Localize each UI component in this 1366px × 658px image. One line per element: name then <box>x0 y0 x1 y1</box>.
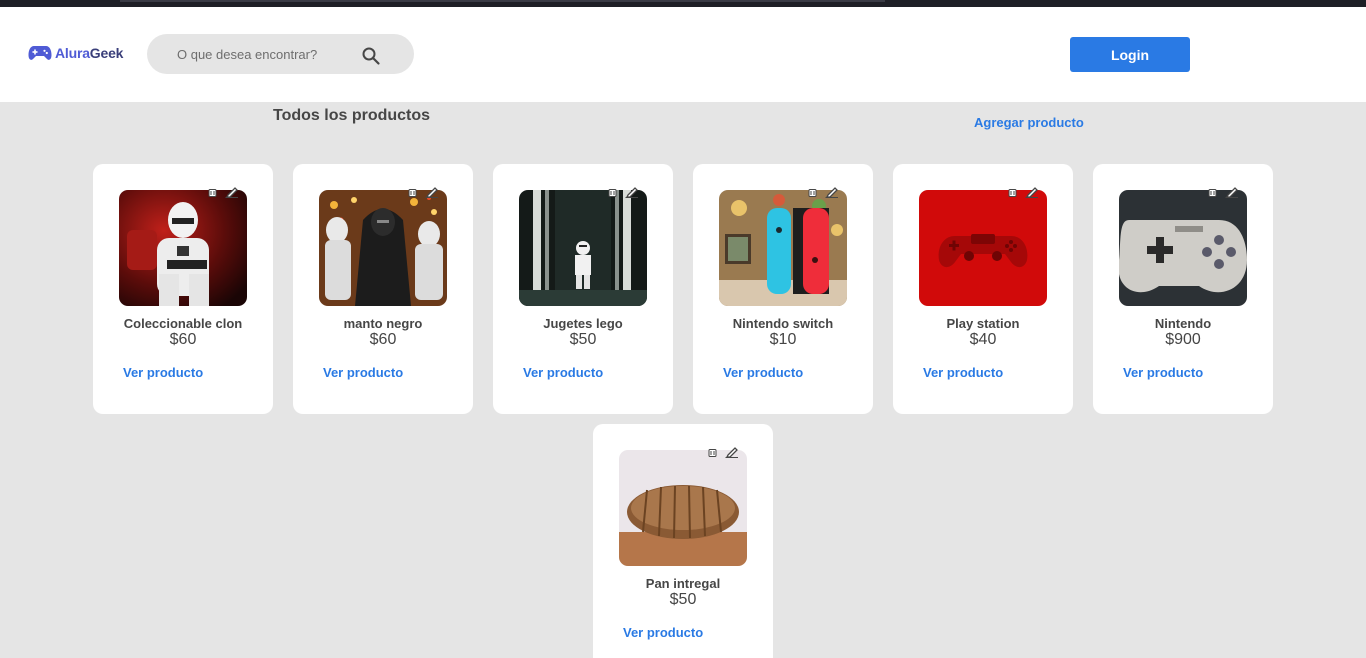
product-card: Play station $40 Ver producto <box>893 164 1073 414</box>
product-card: Jugetes lego $50 Ver producto <box>493 164 673 414</box>
product-price: $50 <box>569 331 597 348</box>
product-card: Nintendo $900 Ver producto <box>1093 164 1273 414</box>
product-card: Pan intregal $50 Ver producto <box>593 424 773 658</box>
snes-controller-image <box>1119 190 1247 306</box>
delete-icon[interactable] <box>1008 188 1017 197</box>
view-product-link[interactable]: Ver producto <box>623 625 703 640</box>
product-image[interactable] <box>519 190 647 306</box>
view-product-link[interactable]: Ver producto <box>523 365 603 380</box>
product-name: manto negro <box>343 316 423 331</box>
product-name: Nintendo <box>1154 316 1212 331</box>
edit-icon[interactable] <box>625 186 639 198</box>
login-button[interactable]: Login <box>1070 37 1190 72</box>
page-title: Todos los productos <box>273 107 431 124</box>
logo-text-alura: Alura <box>55 45 90 61</box>
ps4-controller-image <box>919 190 1047 306</box>
product-price: $60 <box>369 331 397 348</box>
product-name: Coleccionable clon <box>123 316 243 331</box>
search-input[interactable] <box>177 44 367 64</box>
nintendo-switch-image <box>719 190 847 306</box>
product-name: Nintendo switch <box>732 316 834 331</box>
kylo-ren-image <box>319 190 447 306</box>
top-strip-line <box>120 0 885 2</box>
product-image[interactable] <box>1119 190 1247 306</box>
logo-text: AluraGeek <box>55 45 123 61</box>
product-image[interactable] <box>919 190 1047 306</box>
product-price: $40 <box>969 331 997 348</box>
delete-icon[interactable] <box>408 188 417 197</box>
delete-icon[interactable] <box>808 188 817 197</box>
product-name: Jugetes lego <box>543 316 623 331</box>
logo[interactable]: AluraGeek <box>28 44 123 62</box>
product-name: Pan intregal <box>645 576 721 591</box>
delete-icon[interactable] <box>1208 188 1217 197</box>
product-price: $50 <box>669 591 697 608</box>
view-product-link[interactable]: Ver producto <box>123 365 203 380</box>
product-price: $900 <box>1165 331 1201 348</box>
delete-icon[interactable] <box>708 448 717 457</box>
edit-icon[interactable] <box>1025 186 1039 198</box>
logo-text-geek: Geek <box>89 45 124 61</box>
gamepad-icon <box>28 46 52 60</box>
view-product-link[interactable]: Ver producto <box>1123 365 1203 380</box>
product-price: $60 <box>169 331 197 348</box>
product-card: Nintendo switch $10 Ver producto <box>693 164 873 414</box>
product-card: Coleccionable clon $60 Ver producto <box>93 164 273 414</box>
product-image[interactable] <box>719 190 847 306</box>
product-image[interactable] <box>119 190 247 306</box>
bread-image <box>619 450 747 566</box>
product-card: manto negro $60 Ver producto <box>293 164 473 414</box>
site-header: AluraGeek Login <box>0 7 1366 102</box>
product-price: $10 <box>769 331 797 348</box>
delete-icon[interactable] <box>208 188 217 197</box>
edit-icon[interactable] <box>425 186 439 198</box>
view-product-link[interactable]: Ver producto <box>923 365 1003 380</box>
product-image[interactable] <box>619 450 747 566</box>
view-product-link[interactable]: Ver producto <box>323 365 403 380</box>
lego-figure-image <box>519 190 647 306</box>
product-name: Play station <box>946 316 1020 331</box>
delete-icon[interactable] <box>608 188 617 197</box>
add-product-link[interactable]: Agregar producto <box>974 115 1084 130</box>
search-bar <box>147 34 414 74</box>
search-icon[interactable] <box>361 46 381 66</box>
browser-top-strip <box>0 0 1366 7</box>
edit-icon[interactable] <box>1225 186 1239 198</box>
view-product-link[interactable]: Ver producto <box>723 365 803 380</box>
product-image[interactable] <box>319 190 447 306</box>
edit-icon[interactable] <box>725 446 739 458</box>
edit-icon[interactable] <box>825 186 839 198</box>
edit-icon[interactable] <box>225 186 239 198</box>
stormtrooper-image <box>119 190 247 306</box>
